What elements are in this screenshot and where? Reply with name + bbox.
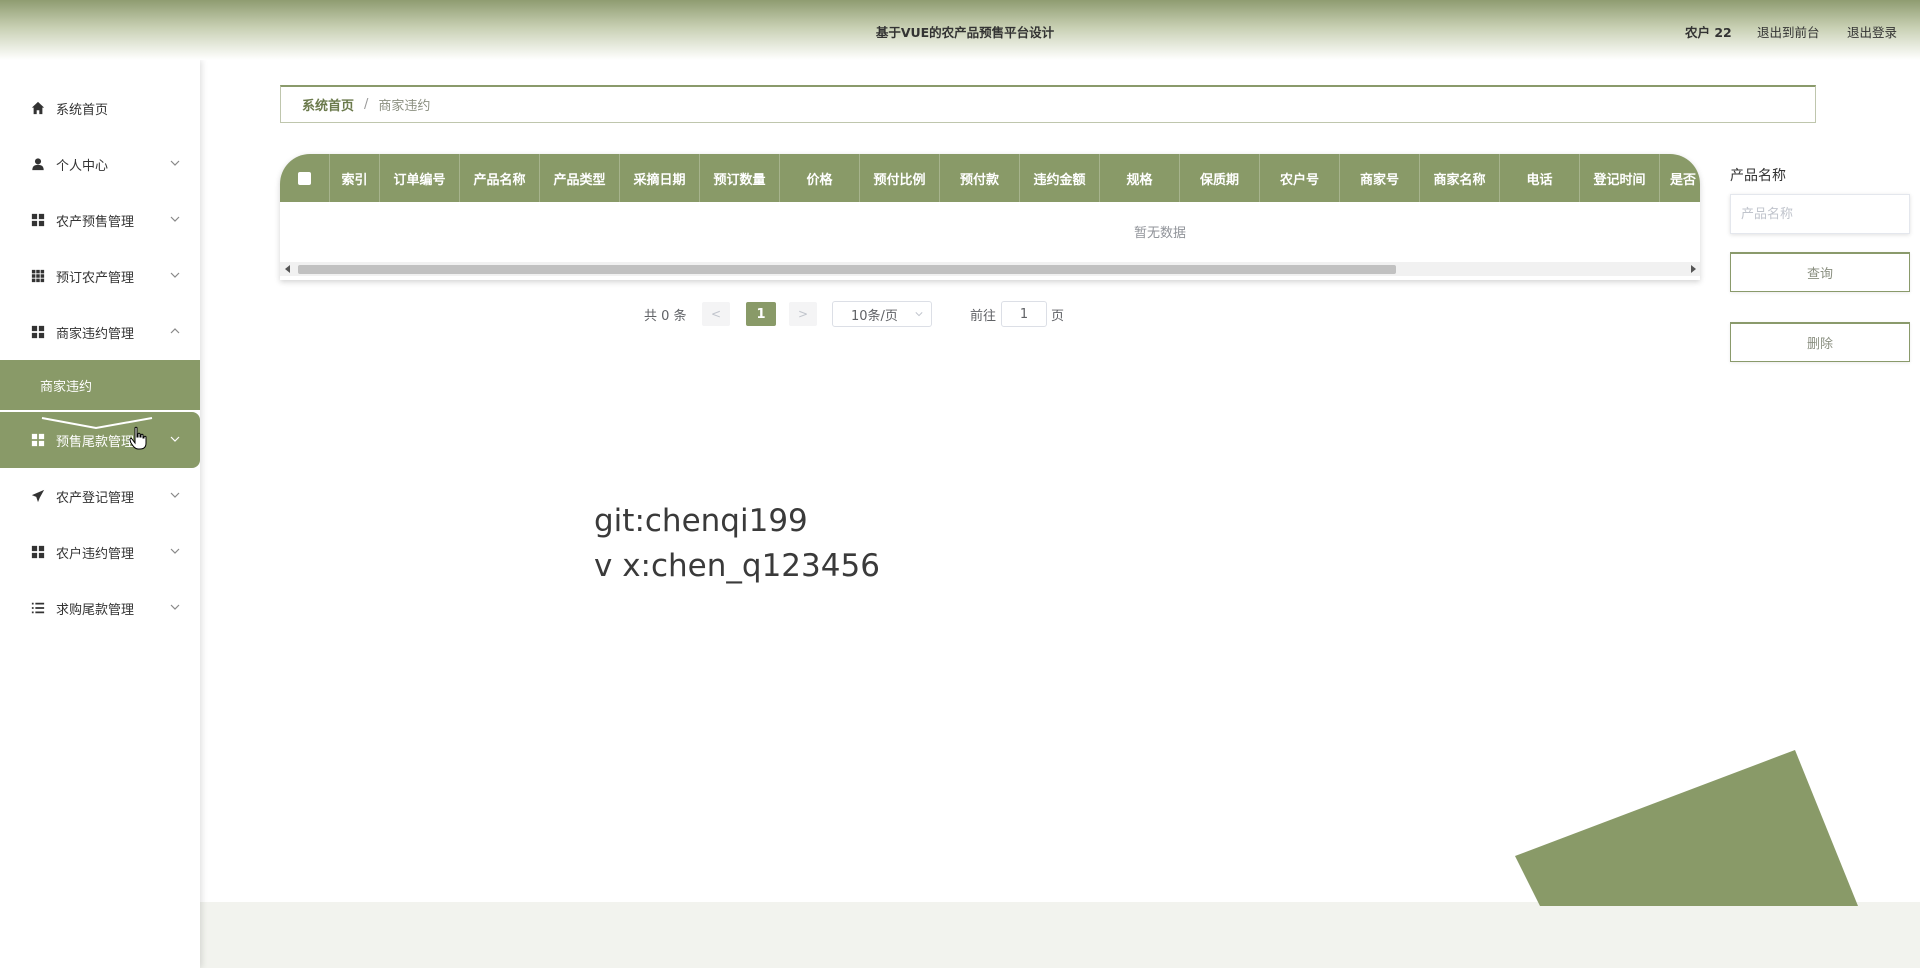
pagination-goto: 1 bbox=[1001, 301, 1047, 327]
chevron-down-icon bbox=[170, 604, 180, 610]
empty-text: 暂无数据 bbox=[1133, 225, 1186, 241]
column-header[interactable]: 索引 bbox=[330, 154, 380, 202]
sidebar-item-farmer-default-management[interactable]: 农户违约管理 bbox=[0, 524, 200, 580]
sidebar-item-registration-management[interactable]: 农产登记管理 bbox=[0, 468, 200, 524]
column-header[interactable]: 产品名称 bbox=[460, 154, 540, 202]
chevron-down-icon bbox=[170, 272, 180, 278]
sidebar: 系统首页 个人中心 农产预售管理 预订农产管理 商家违约管理 商家违约 预售尾款… bbox=[0, 60, 200, 968]
chevron-down-icon bbox=[170, 436, 180, 442]
watermark-line: git:chenqi199 bbox=[594, 503, 808, 539]
column-header[interactable]: 电话 bbox=[1500, 154, 1580, 202]
horizontal-scrollbar[interactable] bbox=[280, 262, 1700, 276]
home-icon bbox=[30, 100, 46, 116]
breadcrumb-current: 商家违约 bbox=[378, 99, 431, 114]
submenu-item-merchant-default[interactable]: 商家违约 bbox=[0, 360, 200, 410]
sidebar-item-label: 商家违约管理 bbox=[56, 326, 135, 342]
grid-icon bbox=[30, 212, 46, 228]
pagination-size: 10条/页 bbox=[832, 301, 932, 327]
decorative-shape bbox=[1515, 750, 1858, 906]
sidebar-item-label: 求购尾款管理 bbox=[56, 602, 135, 618]
pagination-goto-label: 前往 bbox=[970, 308, 997, 324]
sidebar-item-label: 农户违约管理 bbox=[56, 546, 135, 562]
sidebar-item-presale-management[interactable]: 农产预售管理 bbox=[0, 192, 200, 248]
column-header[interactable]: 登记时间 bbox=[1580, 154, 1660, 202]
sidebar-item-label: 预售尾款管理 bbox=[56, 434, 135, 450]
pagination-page: 1 bbox=[746, 302, 776, 326]
data-table: 索引 订单编号 产品名称 产品类型 采摘日期 预订数量 价格 预付比例 预付款 … bbox=[280, 154, 1700, 280]
column-header[interactable]: 预付比例 bbox=[860, 154, 940, 202]
grid-icon bbox=[30, 324, 46, 340]
pagination-total: 共 0 条 bbox=[644, 308, 687, 324]
list-icon bbox=[30, 600, 46, 616]
app-title: 基于VUE的农产品预售平台设计 bbox=[875, 25, 1055, 40]
goto-page-input[interactable]: 1 bbox=[1001, 301, 1047, 327]
grid-icon bbox=[30, 432, 46, 448]
sidebar-item-personal-center[interactable]: 个人中心 bbox=[0, 136, 200, 192]
scroll-left-icon[interactable] bbox=[285, 265, 290, 273]
sidebar-item-label: 个人中心 bbox=[56, 158, 109, 174]
pagination: < bbox=[702, 302, 730, 326]
back-to-front-link[interactable]: 退出到前台 bbox=[1757, 22, 1820, 41]
grid-icon bbox=[30, 544, 46, 560]
column-header[interactable]: 商家号 bbox=[1340, 154, 1420, 202]
column-header[interactable]: 价格 bbox=[780, 154, 860, 202]
pagination-page-unit: 页 bbox=[1051, 308, 1065, 324]
page-size-value: 10条/页 bbox=[851, 308, 898, 324]
sidebar-item-merchant-default-management[interactable]: 商家违约管理 bbox=[0, 304, 200, 360]
column-header[interactable]: 订单编号 bbox=[380, 154, 460, 202]
sidebar-item-label: 农产预售管理 bbox=[56, 214, 135, 230]
chevron-down-icon bbox=[915, 312, 923, 317]
sidebar-item-label: 系统首页 bbox=[56, 102, 109, 118]
column-header[interactable]: 预订数量 bbox=[700, 154, 780, 202]
send-icon bbox=[30, 488, 46, 504]
breadcrumb: 系统首页 / 商家违约 bbox=[280, 85, 1816, 123]
chevron-down-icon bbox=[170, 216, 180, 222]
column-header[interactable]: 预付款 bbox=[940, 154, 1020, 202]
top-bar: 基于VUE的农产品预售平台设计 农户 22 退出到前台 退出登录 bbox=[0, 0, 1920, 60]
user-icon bbox=[30, 156, 46, 172]
column-header[interactable]: 保质期 bbox=[1180, 154, 1260, 202]
watermark-line: v x:chen_q123456 bbox=[594, 548, 880, 584]
pagination-next: > bbox=[789, 302, 817, 326]
logout-link[interactable]: 退出登录 bbox=[1847, 22, 1897, 41]
sidebar-item-label: 农产登记管理 bbox=[56, 490, 135, 506]
scrollbar-thumb[interactable] bbox=[298, 265, 1396, 274]
scroll-right-icon[interactable] bbox=[1691, 265, 1696, 273]
table-header: 索引 订单编号 产品名称 产品类型 采摘日期 预订数量 价格 预付比例 预付款 … bbox=[280, 154, 1700, 202]
column-header[interactable]: 农户号 bbox=[1260, 154, 1340, 202]
column-header[interactable]: 商家名称 bbox=[1420, 154, 1500, 202]
column-header[interactable]: 规格 bbox=[1100, 154, 1180, 202]
column-header[interactable]: 产品类型 bbox=[540, 154, 620, 202]
breadcrumb-separator: / bbox=[364, 97, 369, 112]
sidebar-item-booking-management[interactable]: 预订农产管理 bbox=[0, 248, 200, 304]
breadcrumb-home[interactable]: 系统首页 bbox=[302, 95, 354, 114]
chevron-down-icon bbox=[170, 548, 180, 554]
sidebar-item-home[interactable]: 系统首页 bbox=[0, 80, 200, 136]
chevron-down-icon bbox=[170, 160, 180, 166]
footer-strip bbox=[200, 902, 1920, 968]
sidebar-item-label: 预订农产管理 bbox=[56, 270, 135, 286]
next-page-button[interactable]: > bbox=[789, 302, 817, 326]
sidebar-item-purchase-balance-management[interactable]: 求购尾款管理 bbox=[0, 580, 200, 636]
page-size-select[interactable]: 10条/页 bbox=[832, 301, 932, 327]
column-header[interactable]: 是否 bbox=[1660, 154, 1700, 202]
delete-button[interactable]: 删除 bbox=[1730, 322, 1910, 362]
select-all-checkbox[interactable] bbox=[280, 154, 330, 202]
hand-cursor-icon bbox=[129, 426, 147, 450]
search-label: 产品名称 bbox=[1730, 168, 1786, 184]
page-number-button[interactable]: 1 bbox=[746, 302, 776, 326]
product-name-input[interactable] bbox=[1730, 194, 1910, 234]
sidebar-item-presale-balance-management[interactable]: 预售尾款管理 bbox=[0, 412, 200, 468]
column-header[interactable]: 采摘日期 bbox=[620, 154, 700, 202]
chevron-up-icon bbox=[170, 328, 180, 334]
grid-9-icon bbox=[30, 268, 46, 284]
column-header[interactable]: 违约金额 bbox=[1020, 154, 1100, 202]
query-button[interactable]: 查询 bbox=[1730, 252, 1910, 292]
user-name: 农户 22 bbox=[1685, 25, 1732, 40]
prev-page-button[interactable]: < bbox=[702, 302, 730, 326]
chevron-down-icon bbox=[170, 492, 180, 498]
